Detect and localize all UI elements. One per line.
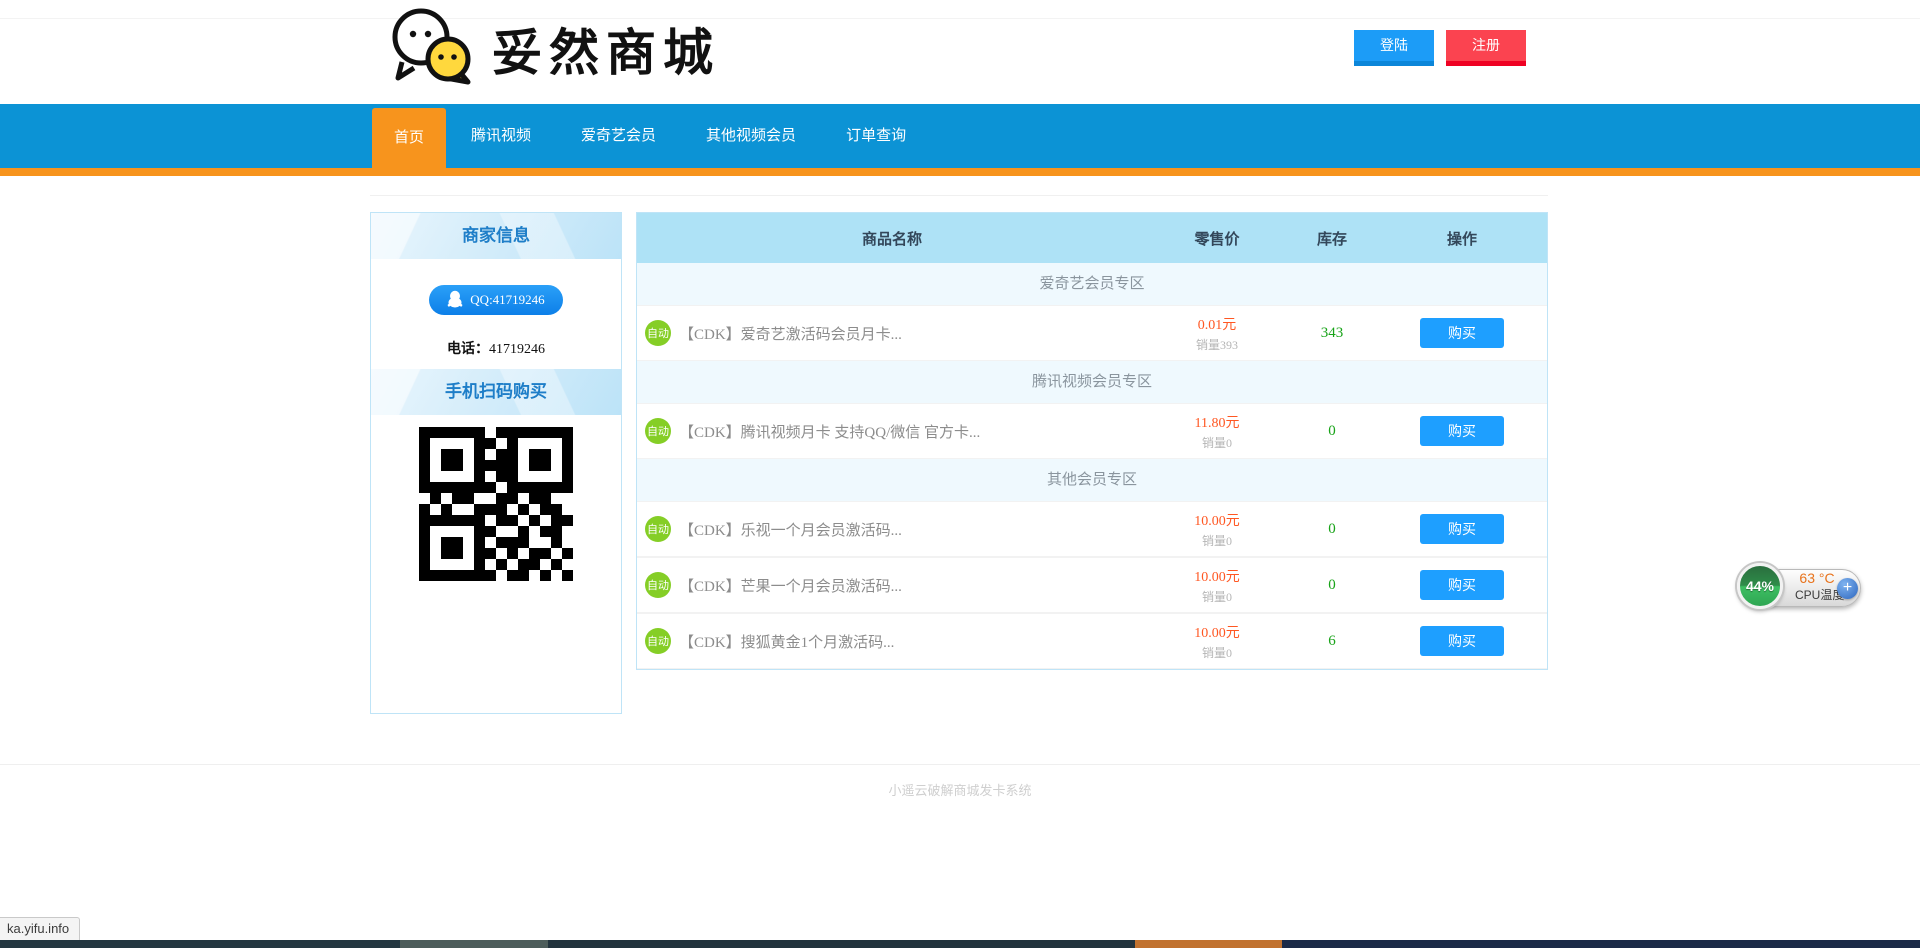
product-name-cell: 自动 【CDK】搜狐黄金1个月激活码... bbox=[637, 628, 1147, 654]
footer-text: 小遥云破解商城发卡系统 bbox=[888, 783, 1031, 798]
product-name-cell: 自动 【CDK】芒果一个月会员激活码... bbox=[637, 572, 1147, 598]
cpu-widget-expand-button[interactable]: + bbox=[1837, 578, 1858, 599]
qr-area bbox=[371, 415, 621, 713]
stock-count: 343 bbox=[1287, 325, 1377, 342]
table-header-row: 商品名称 零售价 库存 操作 bbox=[637, 213, 1547, 263]
merchant-sidebar: 商家信息 QQ:41719246 电话：41719246 手机扫码购买 bbox=[370, 212, 622, 714]
stock-count: 0 bbox=[1287, 521, 1377, 538]
auto-delivery-badge: 自动 bbox=[645, 628, 671, 654]
nav-tab-iqiyi-vip[interactable]: 爱奇艺会员 bbox=[556, 104, 681, 168]
product-price: 11.80元 bbox=[1147, 412, 1287, 432]
buy-button[interactable]: 购买 bbox=[1420, 626, 1504, 656]
taskbar-segment bbox=[548, 940, 1135, 948]
price-cell: 0.01元 销量393 bbox=[1147, 314, 1287, 353]
register-button[interactable]: 注册 bbox=[1446, 30, 1526, 66]
stock-count: 6 bbox=[1287, 633, 1377, 650]
buy-button[interactable]: 购买 bbox=[1420, 570, 1504, 600]
auth-buttons: 登陆 注册 bbox=[1354, 30, 1526, 66]
product-sales: 销量0 bbox=[1147, 644, 1287, 661]
taskbar-sliver[interactable] bbox=[0, 940, 1920, 948]
price-cell: 10.00元 销量0 bbox=[1147, 622, 1287, 661]
phone-number: 41719246 bbox=[489, 342, 545, 357]
product-name: 【CDK】乐视一个月会员激活码... bbox=[679, 519, 902, 540]
qq-penguin-icon bbox=[447, 290, 463, 311]
qr-code bbox=[419, 427, 573, 581]
product-price: 0.01元 bbox=[1147, 314, 1287, 334]
nav-accent-strip bbox=[0, 168, 1920, 176]
site-title: 妥然商城 bbox=[492, 13, 720, 85]
auto-delivery-badge: 自动 bbox=[645, 418, 671, 444]
column-header-action: 操作 bbox=[1377, 228, 1547, 249]
taskbar-segment bbox=[1135, 940, 1282, 948]
section-header-iqiyi: 爱奇艺会员专区 bbox=[637, 263, 1547, 305]
product-sales: 销量0 bbox=[1147, 588, 1287, 605]
qq-contact-button[interactable]: QQ:41719246 bbox=[429, 285, 562, 315]
product-table: 商品名称 零售价 库存 操作 爱奇艺会员专区 自动 【CDK】爱奇艺激活码会员月… bbox=[636, 212, 1548, 670]
section-header-other: 其他会员专区 bbox=[637, 459, 1547, 501]
product-name: 【CDK】腾讯视频月卡 支持QQ/微信 官方卡... bbox=[679, 421, 980, 442]
merchant-contact: QQ:41719246 电话：41719246 bbox=[371, 259, 621, 369]
qq-number: QQ:41719246 bbox=[470, 292, 544, 308]
product-price: 10.00元 bbox=[1147, 510, 1287, 530]
cpu-temperature: 63 °C bbox=[1795, 570, 1839, 588]
product-name: 【CDK】搜狐黄金1个月激活码... bbox=[679, 631, 894, 652]
phone-line: 电话：41719246 bbox=[371, 338, 621, 358]
section-header-tencent: 腾讯视频会员专区 bbox=[637, 361, 1547, 403]
column-header-retail-price: 零售价 bbox=[1147, 228, 1287, 249]
column-header-product-name: 商品名称 bbox=[637, 228, 1147, 249]
login-button[interactable]: 登陆 bbox=[1354, 30, 1434, 66]
nav-tab-other-video-vip[interactable]: 其他视频会员 bbox=[681, 104, 821, 168]
product-sales: 销量0 bbox=[1147, 532, 1287, 549]
buy-button[interactable]: 购买 bbox=[1420, 416, 1504, 446]
product-name-cell: 自动 【CDK】腾讯视频月卡 支持QQ/微信 官方卡... bbox=[637, 418, 1147, 444]
table-row: 自动 【CDK】爱奇艺激活码会员月卡... 0.01元 销量393 343 购买 bbox=[637, 305, 1547, 361]
nav-tab-order-query[interactable]: 订单查询 bbox=[821, 104, 931, 168]
product-sales: 销量393 bbox=[1147, 336, 1287, 353]
table-row: 自动 【CDK】芒果一个月会员激活码... 10.00元 销量0 0 购买 bbox=[637, 557, 1547, 613]
buy-button[interactable]: 购买 bbox=[1420, 514, 1504, 544]
auto-delivery-badge: 自动 bbox=[645, 572, 671, 598]
nav-background bbox=[0, 104, 1920, 168]
stock-count: 0 bbox=[1287, 577, 1377, 594]
product-name: 【CDK】爱奇艺激活码会员月卡... bbox=[679, 323, 902, 344]
cpu-widget-texts: 63 °C CPU温度 bbox=[1795, 570, 1839, 603]
taskbar-segment bbox=[0, 940, 400, 948]
product-sales: 销量0 bbox=[1147, 434, 1287, 451]
table-row: 自动 【CDK】腾讯视频月卡 支持QQ/微信 官方卡... 11.80元 销量0… bbox=[637, 403, 1547, 459]
auto-delivery-badge: 自动 bbox=[645, 320, 671, 346]
table-row: 自动 【CDK】乐视一个月会员激活码... 10.00元 销量0 0 购买 bbox=[637, 501, 1547, 557]
cpu-temperature-label: CPU温度 bbox=[1795, 588, 1839, 603]
content-area: 商家信息 QQ:41719246 电话：41719246 手机扫码购买 bbox=[370, 195, 1548, 714]
buy-button[interactable]: 购买 bbox=[1420, 318, 1504, 348]
browser-link-preview: ka.yifu.info bbox=[0, 917, 80, 940]
nav-tab-home[interactable]: 首页 bbox=[372, 108, 446, 176]
price-cell: 10.00元 销量0 bbox=[1147, 566, 1287, 605]
taskbar-segment bbox=[400, 940, 548, 948]
site-logo[interactable]: 妥然商城 bbox=[388, 4, 720, 93]
merchant-info-header: 商家信息 bbox=[371, 213, 621, 259]
page-footer: 小遥云破解商城发卡系统 bbox=[0, 764, 1920, 799]
phone-label: 电话： bbox=[447, 342, 489, 357]
cpu-usage-gauge: 44% bbox=[1737, 563, 1783, 609]
nav-items: 首页 腾讯视频 爱奇艺会员 其他视频会员 订单查询 bbox=[372, 104, 931, 176]
product-price: 10.00元 bbox=[1147, 566, 1287, 586]
nav-tab-tencent-video[interactable]: 腾讯视频 bbox=[446, 104, 556, 168]
product-name-cell: 自动 【CDK】爱奇艺激活码会员月卡... bbox=[637, 320, 1147, 346]
stock-count: 0 bbox=[1287, 423, 1377, 440]
product-name: 【CDK】芒果一个月会员激活码... bbox=[679, 575, 902, 596]
column-header-stock: 库存 bbox=[1287, 228, 1377, 249]
auto-delivery-badge: 自动 bbox=[645, 516, 671, 542]
price-cell: 10.00元 销量0 bbox=[1147, 510, 1287, 549]
price-cell: 11.80元 销量0 bbox=[1147, 412, 1287, 451]
product-name-cell: 自动 【CDK】乐视一个月会员激活码... bbox=[637, 516, 1147, 542]
table-row: 自动 【CDK】搜狐黄金1个月激活码... 10.00元 销量0 6 购买 bbox=[637, 613, 1547, 669]
chat-bubbles-icon bbox=[388, 4, 480, 93]
qr-panel-header: 手机扫码购买 bbox=[371, 369, 621, 415]
page-header: 妥然商城 登陆 注册 bbox=[0, 0, 1920, 104]
product-price: 10.00元 bbox=[1147, 622, 1287, 642]
cpu-monitor-widget[interactable]: 44% 63 °C CPU温度 + bbox=[1737, 562, 1863, 616]
main-nav: 首页 腾讯视频 爱奇艺会员 其他视频会员 订单查询 bbox=[0, 104, 1920, 176]
top-divider bbox=[0, 18, 1920, 19]
taskbar-segment bbox=[1282, 940, 1920, 948]
